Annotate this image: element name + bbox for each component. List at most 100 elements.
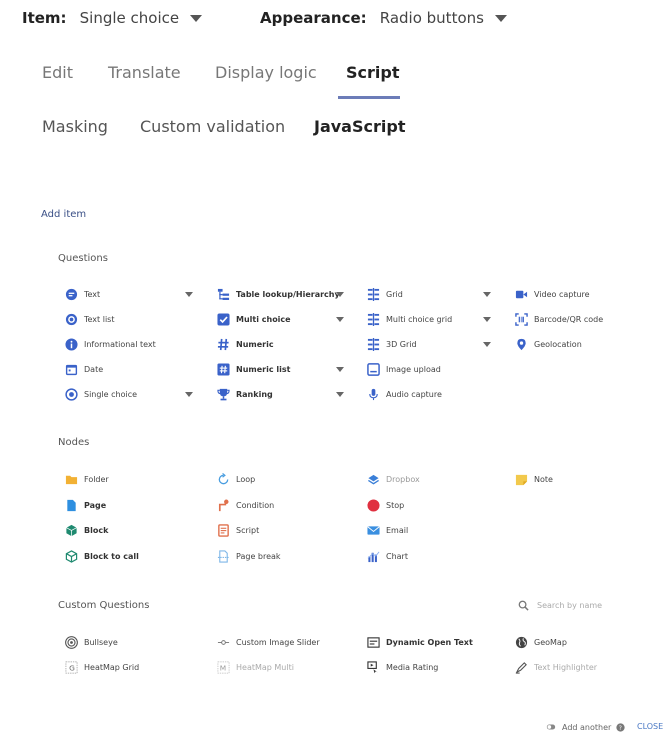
heatmap-grid-icon: G: [64, 660, 78, 674]
node-script[interactable]: Script: [216, 522, 259, 538]
item-multi-choice-grid[interactable]: Multi choice grid: [366, 311, 491, 327]
custom-bullseye-label: Bullseye: [84, 637, 118, 647]
item-audio-capture[interactable]: Audio capture: [366, 386, 442, 402]
item-grid[interactable]: Grid: [366, 286, 491, 302]
hash-icon: [216, 337, 230, 351]
item-multi-choice[interactable]: Multi choice: [216, 311, 344, 327]
custom-heatmap-multi[interactable]: M HeatMap Multi: [216, 659, 294, 675]
toggle-icon: [546, 724, 556, 730]
custom-geomap[interactable]: GeoMap: [514, 634, 567, 650]
node-block-to-call[interactable]: Block to call: [64, 548, 139, 564]
chat-bubble-icon: [64, 287, 78, 301]
appearance-selector[interactable]: Appearance: Radio buttons: [260, 8, 508, 27]
node-note[interactable]: Note: [514, 471, 553, 487]
dropbox-icon: [366, 472, 380, 486]
video-camera-icon: [514, 287, 528, 301]
add-item-title: Add item: [41, 209, 87, 220]
chevron-down-icon[interactable]: [336, 367, 344, 372]
svg-text:M: M: [219, 663, 225, 672]
chevron-down-icon[interactable]: [336, 292, 344, 297]
chevron-down-icon[interactable]: [185, 292, 193, 297]
hierarchy-icon: [216, 287, 230, 301]
add-another-toggle[interactable]: Add another ?: [546, 722, 625, 732]
item-numeric-list-label: Numeric list: [236, 364, 291, 374]
item-numeric-list[interactable]: Numeric list: [216, 361, 344, 377]
item-barcode[interactable]: Barcode/QR code: [514, 311, 603, 327]
tab-translate[interactable]: Translate: [108, 63, 181, 82]
item-video-capture[interactable]: Video capture: [514, 286, 590, 302]
item-video-capture-label: Video capture: [534, 289, 590, 299]
svg-text:G: G: [69, 663, 75, 672]
subtab-masking[interactable]: Masking: [42, 117, 108, 136]
chevron-down-icon[interactable]: [185, 392, 193, 397]
item-barcode-label: Barcode/QR code: [534, 314, 604, 324]
node-page-break-label: Page break: [236, 551, 281, 561]
item-informational-text[interactable]: Informational text: [64, 336, 156, 352]
subtab-custom-validation[interactable]: Custom validation: [140, 117, 285, 136]
node-note-label: Note: [534, 474, 553, 484]
node-page[interactable]: Page: [64, 497, 106, 513]
item-single-choice[interactable]: Single choice: [64, 386, 193, 402]
item-table-lookup[interactable]: Table lookup/Hierarchy: [216, 286, 344, 302]
radio-button-icon: [64, 387, 78, 401]
search-icon: [518, 600, 529, 611]
item-text-list[interactable]: Text list: [64, 311, 114, 327]
grid-icon: [366, 312, 380, 326]
custom-bullseye[interactable]: Bullseye: [64, 634, 118, 650]
custom-heatmap-grid[interactable]: G HeatMap Grid: [64, 659, 139, 675]
globe-icon: [514, 635, 528, 649]
item-audio-capture-label: Audio capture: [386, 389, 442, 399]
custom-media-rating[interactable]: Media Rating: [366, 659, 438, 675]
item-informational-text-label: Informational text: [84, 339, 156, 349]
item-geolocation-label: Geolocation: [534, 339, 582, 349]
custom-search[interactable]: Search by name: [518, 600, 602, 611]
tab-script[interactable]: Script: [346, 63, 399, 82]
chevron-down-icon[interactable]: [483, 342, 491, 347]
item-table-lookup-label: Table lookup/Hierarchy: [236, 289, 340, 299]
chevron-down-icon[interactable]: [336, 392, 344, 397]
cube-icon: [64, 523, 78, 537]
grid-icon: [366, 337, 380, 351]
custom-dynamic-open-text[interactable]: Dynamic Open Text: [366, 634, 473, 650]
tab-edit[interactable]: Edit: [42, 63, 73, 82]
node-stop[interactable]: Stop: [366, 497, 404, 513]
node-dropbox[interactable]: Dropbox: [366, 471, 420, 487]
node-loop[interactable]: Loop: [216, 471, 255, 487]
questions-title: Questions: [58, 253, 108, 264]
item-text[interactable]: Text: [64, 286, 193, 302]
item-geolocation[interactable]: Geolocation: [514, 336, 582, 352]
node-block[interactable]: Block: [64, 522, 108, 538]
item-numeric[interactable]: Numeric: [216, 336, 274, 352]
node-folder-label: Folder: [84, 474, 109, 484]
help-icon[interactable]: ?: [616, 722, 625, 732]
info-icon: [64, 337, 78, 351]
custom-text-highlighter[interactable]: Text Highlighter: [514, 659, 597, 675]
item-ranking[interactable]: Ranking: [216, 386, 344, 402]
search-input[interactable]: Search by name: [537, 601, 602, 610]
node-condition[interactable]: Condition: [216, 497, 274, 513]
node-email[interactable]: Email: [366, 522, 408, 538]
chevron-down-icon[interactable]: [483, 317, 491, 322]
chevron-down-icon[interactable]: [336, 317, 344, 322]
chevron-down-icon[interactable]: [483, 292, 491, 297]
item-image-upload[interactable]: Image upload: [366, 361, 441, 377]
appearance-label: Appearance:: [260, 9, 367, 27]
node-page-break[interactable]: Page break: [216, 548, 281, 564]
node-block-label: Block: [84, 525, 109, 535]
node-chart[interactable]: Chart: [366, 548, 408, 564]
bullseye-icon: [64, 635, 78, 649]
item-date[interactable]: Date: [64, 361, 103, 377]
node-folder[interactable]: Folder: [64, 471, 109, 487]
tab-display-logic[interactable]: Display logic: [215, 63, 317, 82]
cube-outline-icon: [64, 549, 78, 563]
item-multi-choice-label: Multi choice: [236, 314, 291, 324]
item-type-selector[interactable]: Item: Single choice: [22, 8, 203, 27]
media-rating-icon: [366, 660, 380, 674]
close-button[interactable]: CLOSE: [637, 722, 663, 731]
custom-image-slider[interactable]: Custom Image Slider: [216, 634, 320, 650]
node-script-label: Script: [236, 525, 260, 535]
custom-heatmap-grid-label: HeatMap Grid: [84, 662, 140, 672]
item-3d-grid[interactable]: 3D Grid: [366, 336, 491, 352]
custom-geomap-label: GeoMap: [534, 637, 567, 647]
subtab-javascript[interactable]: JavaScript: [314, 117, 405, 136]
